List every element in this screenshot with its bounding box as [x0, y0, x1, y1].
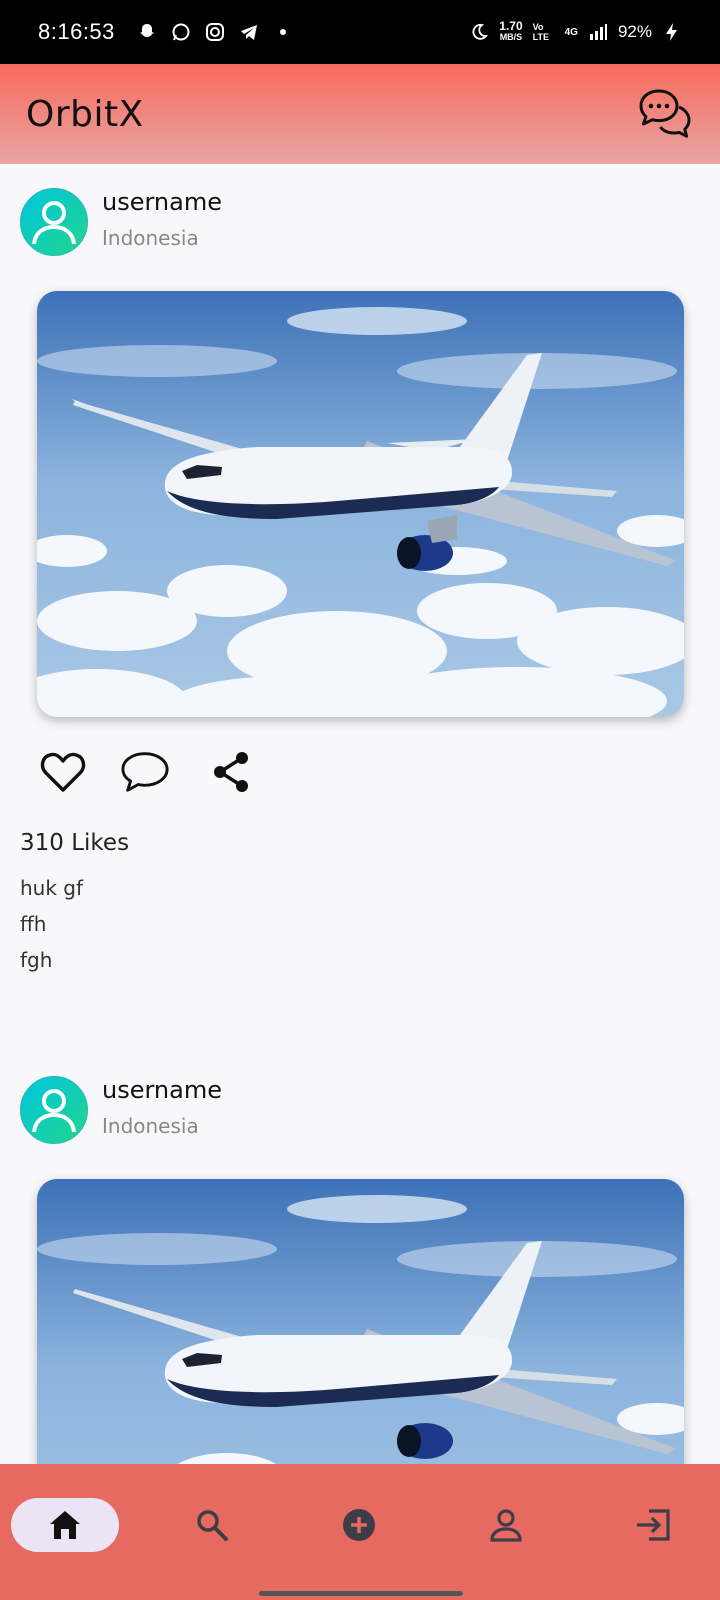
battery-percent: 92% [617, 22, 652, 41]
post-image[interactable] [37, 1179, 684, 1464]
post-header: username Indonesia [0, 1052, 720, 1172]
status-bar: 8:16:53 1.70 MB/S Vo LTE 4G 92% [0, 0, 720, 64]
nav-add-post[interactable] [305, 1498, 413, 1552]
comment-button[interactable] [120, 747, 170, 797]
profile-icon [490, 1509, 522, 1542]
user-avatar-icon [32, 1089, 76, 1133]
moon-icon [472, 23, 489, 40]
post-feed[interactable]: username Indonesia 310 Likes huk gf ffh … [0, 164, 720, 1464]
telegram-icon [240, 25, 257, 40]
nav-logout[interactable] [599, 1498, 707, 1552]
volte-label: Vo LTE [532, 22, 549, 42]
home-icon [50, 1511, 80, 1539]
share-button[interactable] [206, 747, 256, 797]
likes-count: 310 Likes [20, 830, 130, 856]
post-card: username Indonesia [0, 1052, 720, 1464]
heart-icon [40, 752, 86, 792]
post-location: Indonesia [102, 1114, 199, 1138]
caption-line: fgh [20, 948, 53, 972]
add-circle-icon [343, 1509, 375, 1541]
charging-icon [666, 23, 677, 41]
dot-icon [279, 29, 286, 35]
post-card: username Indonesia [0, 164, 720, 1052]
caption-line: ffh [20, 912, 47, 936]
app-bar: OrbitX [0, 64, 720, 164]
post-actions [38, 747, 256, 797]
status-time: 8:16:53 [38, 19, 115, 44]
share-icon [214, 752, 248, 792]
nav-home[interactable] [11, 1498, 119, 1552]
notification-icons [137, 22, 293, 42]
snapchat-icon [139, 24, 154, 37]
whatsapp-icon [172, 23, 190, 41]
avatar[interactable] [20, 188, 88, 256]
user-avatar-icon [32, 201, 76, 245]
post-username[interactable]: username [102, 1076, 222, 1104]
comment-bubble-icon [121, 752, 169, 792]
data-speed: 1.70 MB/S [499, 19, 523, 42]
instagram-icon [205, 23, 224, 41]
system-icons: 1.70 MB/S Vo LTE 4G 92% [469, 19, 682, 43]
airplane-photo [37, 291, 684, 717]
post-username[interactable]: username [102, 188, 222, 216]
logout-icon [637, 1509, 670, 1541]
nav-search[interactable] [158, 1498, 266, 1552]
chat-button[interactable] [636, 86, 694, 142]
post-location: Indonesia [102, 226, 199, 250]
post-header: username Indonesia [0, 164, 720, 284]
chat-bubbles-icon [639, 89, 691, 138]
caption-line: huk gf [20, 876, 84, 900]
avatar[interactable] [20, 1076, 88, 1144]
network-label: 4G [564, 26, 578, 38]
nav-profile[interactable] [452, 1498, 560, 1552]
post-image[interactable] [37, 291, 684, 717]
signal-icon [589, 24, 607, 40]
search-icon [197, 1510, 228, 1541]
home-indicator[interactable] [259, 1591, 463, 1596]
like-button[interactable] [38, 747, 88, 797]
airplane-photo [37, 1179, 684, 1464]
app-title: OrbitX [26, 93, 144, 135]
bottom-navigation [0, 1464, 720, 1600]
